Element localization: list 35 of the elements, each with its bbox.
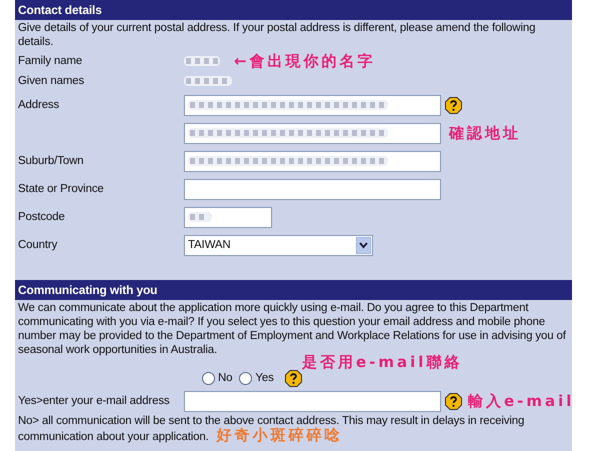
field-label: State or Province xyxy=(17,183,105,195)
text-field[interactable] xyxy=(184,178,441,200)
blurred-text-icon xyxy=(188,155,388,167)
radio-label: No xyxy=(218,372,232,384)
notice-text: No> all communication will be sent to the above contact address. This may result in delays in receiving communication about your application. 好奇小斑碎碎唸 xyxy=(17,414,526,444)
field-label: Address xyxy=(17,99,60,111)
section-header: Contact details xyxy=(15,0,572,20)
radio-button[interactable] xyxy=(202,372,215,384)
field-label: Postcode xyxy=(17,211,66,223)
annotation-text: 輸入e-mail xyxy=(468,392,572,410)
annotation-text: 確認地址 xyxy=(449,124,521,142)
help-icon[interactable] xyxy=(445,96,462,114)
radio-label: Yes xyxy=(255,372,274,384)
text-field[interactable] xyxy=(184,94,441,116)
intro-text: Give details of your current postal address. If your postal address is different, please amend the following details. xyxy=(17,21,536,49)
help-icon[interactable] xyxy=(445,392,462,410)
blurred-text-icon xyxy=(188,99,388,111)
text-field[interactable] xyxy=(184,206,272,228)
field-label: Yes>enter your e-mail address xyxy=(17,395,171,407)
country-select[interactable]: TAIWAN xyxy=(184,234,373,256)
text-field[interactable] xyxy=(184,122,441,144)
dropdown-arrow-icon xyxy=(356,236,371,254)
field-label: Given names xyxy=(17,75,86,87)
help-icon[interactable] xyxy=(284,370,302,386)
field-label: Suburb/Town xyxy=(17,155,84,167)
section-header: Communicating with you xyxy=(15,280,572,300)
field-label: Family name xyxy=(17,55,84,67)
field-label: Country xyxy=(17,239,58,251)
annotation-text: ←會出現你的名字 xyxy=(234,52,376,70)
blurred-text-icon xyxy=(188,127,388,139)
annotation-text: 好奇小斑碎碎唸 xyxy=(216,426,343,444)
blurred-text-icon xyxy=(188,211,212,223)
radio-button[interactable] xyxy=(239,372,252,384)
text-field[interactable] xyxy=(184,150,441,172)
text-field[interactable] xyxy=(184,390,441,412)
